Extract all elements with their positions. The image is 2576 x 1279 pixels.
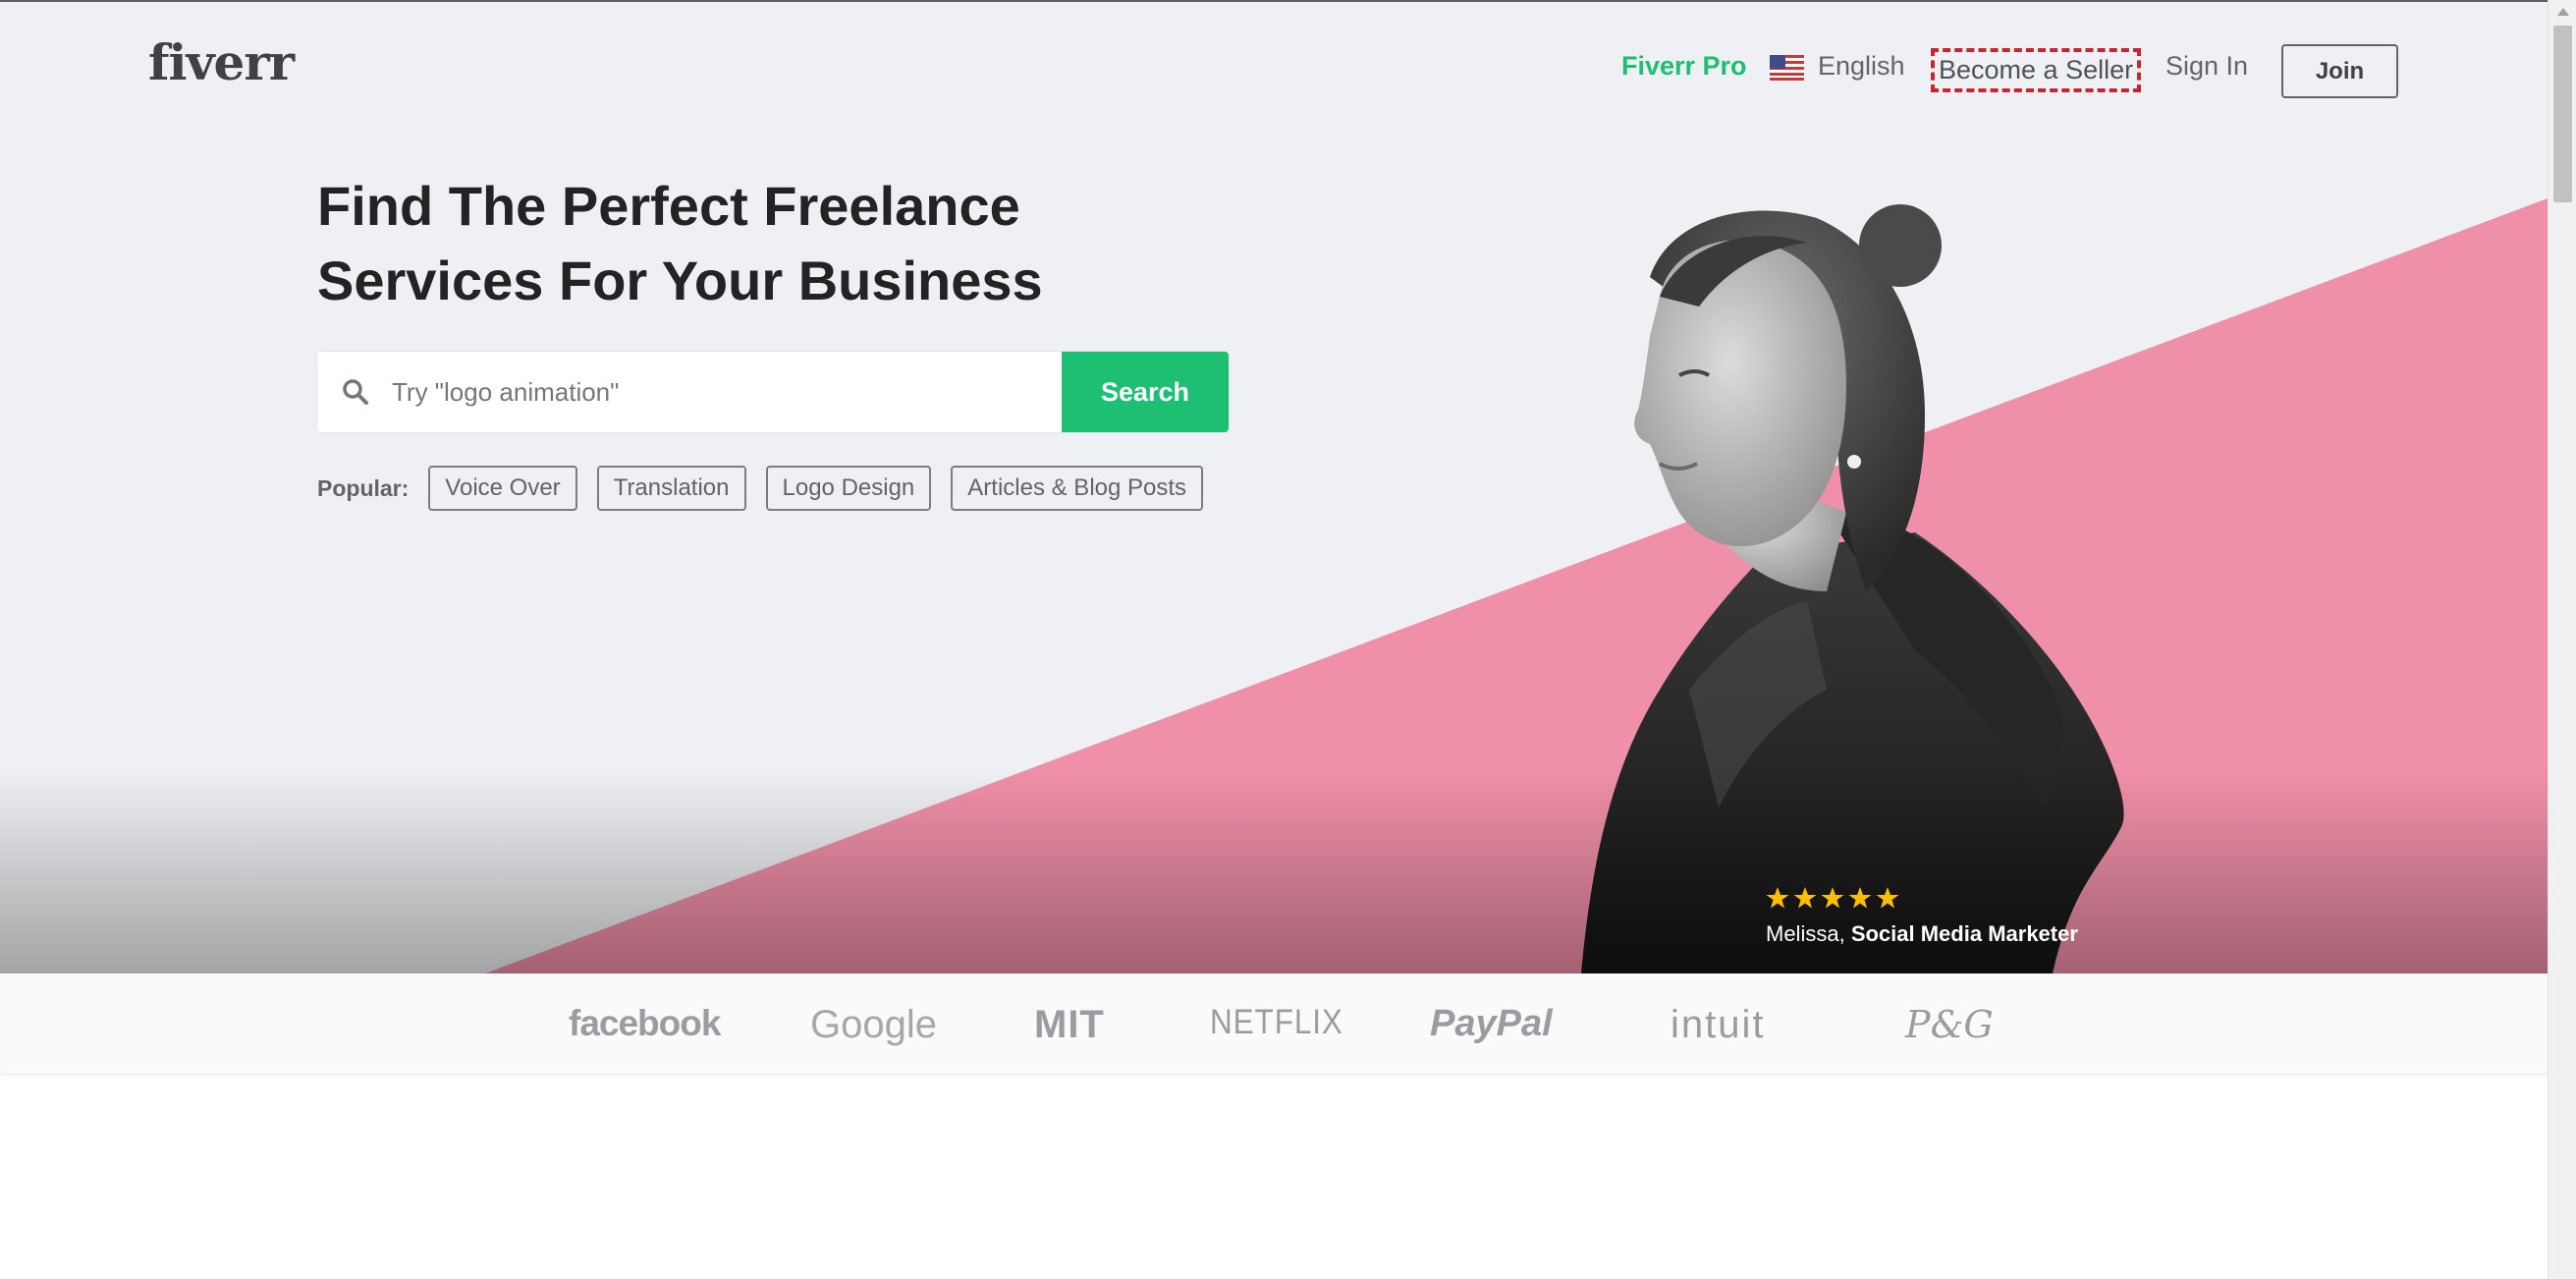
- join-button[interactable]: Join: [2281, 44, 2398, 98]
- search-input[interactable]: [392, 352, 1040, 432]
- google-logo: Google: [810, 1003, 937, 1046]
- popular-label: Popular:: [317, 474, 410, 501]
- headline-line-2: Services For Your Business: [317, 250, 1043, 311]
- search-field: [317, 352, 1062, 432]
- intuit-logo: intuit: [1671, 1003, 1766, 1046]
- rating-stars: [1766, 886, 1899, 910]
- hero-section: fiverr Fiverr Pro English Become a Selle…: [0, 2, 2548, 973]
- pg-logo: P&G: [1905, 1003, 1994, 1046]
- testimonial-caption: Melissa, Social Media Marketer: [1766, 921, 2078, 947]
- facebook-logo: facebook: [569, 1003, 721, 1043]
- star-icon: [1793, 887, 1817, 909]
- testimonial-role: Social Media Marketer: [1850, 921, 2078, 946]
- popular-tag-logo-design[interactable]: Logo Design: [765, 466, 932, 511]
- hero-headline: Find The Perfect Freelance Services For …: [317, 169, 1201, 318]
- page: fiverr Fiverr Pro English Become a Selle…: [0, 0, 2576, 1279]
- search-button[interactable]: Search: [1062, 352, 1229, 432]
- fiverr-pro-link[interactable]: Fiverr Pro: [1621, 51, 1747, 82]
- star-icon: [1848, 887, 1872, 909]
- paypal-logo: PayPal: [1430, 1003, 1553, 1044]
- language-selector[interactable]: English: [1818, 51, 1905, 82]
- popular-tag-translation[interactable]: Translation: [596, 466, 746, 511]
- star-icon: [1876, 887, 1899, 909]
- fiverr-logo[interactable]: fiverr: [148, 33, 295, 91]
- mit-logo: MIT: [1034, 1003, 1105, 1046]
- search-icon: [343, 379, 368, 405]
- search-bar: Search: [317, 352, 1229, 432]
- become-seller-link[interactable]: Become a Seller: [1931, 48, 2142, 92]
- popular-searches: Popular: Voice Over Translation Logo Des…: [317, 466, 1223, 511]
- testimonial-name: Melissa,: [1766, 921, 1845, 946]
- scroll-up-arrow-icon[interactable]: [2557, 8, 2569, 16]
- headline-line-1: Find The Perfect Freelance: [317, 175, 1020, 237]
- vertical-scrollbar[interactable]: [2548, 0, 2576, 1279]
- trusted-by-bar: facebook Google MIT NETFLIX PayPal intui…: [0, 973, 2548, 1075]
- popular-tag-voice-over[interactable]: Voice Over: [428, 466, 577, 511]
- scrollbar-thumb[interactable]: [2553, 26, 2572, 202]
- hero-bottom-shade: [0, 768, 2548, 973]
- popular-tag-articles-blog-posts[interactable]: Articles & Blog Posts: [951, 466, 1204, 511]
- sign-in-link[interactable]: Sign In: [2165, 51, 2248, 82]
- star-icon: [1821, 887, 1844, 909]
- netflix-logo: NETFLIX: [1210, 1003, 1343, 1041]
- star-icon: [1766, 887, 1789, 909]
- us-flag-icon: [1770, 55, 1804, 81]
